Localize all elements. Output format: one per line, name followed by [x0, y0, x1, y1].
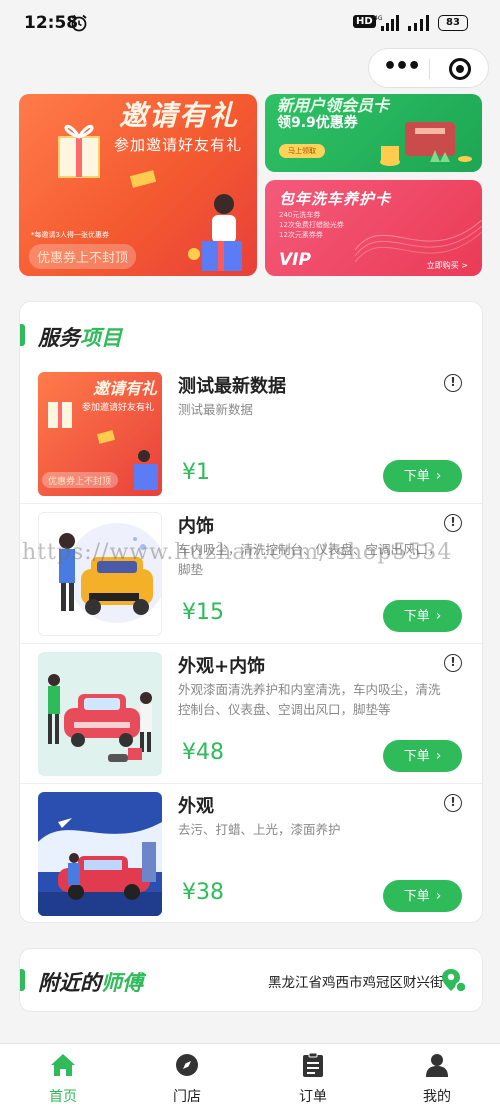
- status-bar: 12:58 HD 4G 83: [0, 0, 500, 46]
- section-accent-bar: [20, 324, 25, 346]
- service-item[interactable]: 外观 去污、打蜡、上光，漆面养护 ! ¥38 下单 ›: [20, 784, 484, 924]
- service-section-title: 服务项目: [38, 326, 122, 350]
- tab-store[interactable]: 门店: [142, 1052, 232, 1106]
- order-button[interactable]: 下单 ›: [383, 460, 462, 492]
- tab-label: 门店: [173, 1089, 201, 1105]
- annual-banner-lines: 240元洗车券 12次免费打蜡抛光券 12次元素券券: [279, 211, 344, 239]
- service-name: 外观: [178, 796, 214, 817]
- member-card-banner[interactable]: 新用户领会员卡 领9.9优惠券 马上领取: [265, 94, 482, 172]
- more-icon[interactable]: •••: [383, 56, 421, 78]
- nearby-address: 黑龙江省鸡西市鸡冠区财兴街: [268, 975, 444, 991]
- order-button[interactable]: 下单 ›: [383, 740, 462, 772]
- service-thumbnail: 邀请有礼 参加邀请好友有礼 优惠券上不封顶: [38, 372, 162, 496]
- compass-icon: [176, 1054, 198, 1076]
- service-description: 去污、打蜡、上光，漆面养护: [178, 822, 341, 837]
- chevron-right-icon: ›: [435, 888, 442, 904]
- miniprogram-capsule: •••: [368, 48, 489, 88]
- invite-banner-note: *每邀请3人得一张优惠券: [31, 231, 109, 239]
- section-accent-bar: [20, 969, 25, 991]
- member-banner-subtitle: 领9.9优惠券: [277, 115, 358, 131]
- service-thumbnail: [38, 512, 162, 636]
- service-card: 服务项目 邀请有礼 参加邀请好友有礼 优惠券上不封顶 测试最新数据 测试最新数据…: [19, 301, 484, 924]
- gift-icon: [58, 124, 100, 178]
- info-icon[interactable]: !: [444, 794, 462, 812]
- signal-icon: [408, 15, 429, 31]
- chevron-right-icon: ›: [435, 468, 442, 484]
- service-item[interactable]: 邀请有礼 参加邀请好友有礼 优惠券上不封顶 测试最新数据 测试最新数据 ! ¥1…: [20, 364, 484, 504]
- order-button[interactable]: 下单 ›: [383, 600, 462, 632]
- chevron-right-icon: ›: [435, 608, 442, 624]
- battery-indicator: 83: [438, 15, 468, 31]
- invite-banner-tag: 优惠券上不封顶: [29, 244, 137, 269]
- service-price: ¥38: [182, 880, 224, 905]
- svg-text:参加邀请好友有礼: 参加邀请好友有礼: [82, 401, 154, 413]
- service-description: 外观漆面清洗养护和内室清洗，车内吸尘，清洗控制台、仪表盘、空调出风口，脚垫等: [178, 682, 441, 717]
- tab-orders[interactable]: 订单: [268, 1052, 358, 1106]
- chevron-right-icon: ›: [435, 748, 442, 764]
- tab-bar: 首页 门店 订单 我的: [0, 1043, 500, 1111]
- nearby-section-title: 附近的师傅: [38, 971, 143, 995]
- order-button[interactable]: 下单 ›: [383, 880, 462, 912]
- info-icon[interactable]: !: [444, 514, 462, 532]
- invite-banner-subtitle: 参加邀请好友有礼: [114, 136, 243, 154]
- coupon-icon: [129, 170, 157, 188]
- service-thumbnail: [38, 652, 162, 776]
- svg-text:4G: 4G: [374, 15, 383, 22]
- service-name: 测试最新数据: [178, 376, 286, 397]
- person-gift-illustration: [188, 194, 242, 271]
- service-item[interactable]: 外观+内饰 外观漆面清洗养护和内室清洗，车内吸尘，清洗控制台、仪表盘、空调出风口…: [20, 644, 484, 784]
- tab-profile[interactable]: 我的: [392, 1052, 482, 1106]
- user-icon: [426, 1054, 448, 1077]
- service-name: 外观+内饰: [178, 656, 266, 677]
- nearby-card[interactable]: 附近的师傅 黑龙江省鸡西市鸡冠区财兴街: [19, 948, 483, 1012]
- annual-banner-vip: VIP: [279, 250, 311, 270]
- svg-text:优惠券上不封顶: 优惠券上不封顶: [48, 475, 111, 487]
- clipboard-icon: [303, 1052, 323, 1077]
- close-miniprogram-icon[interactable]: [449, 58, 471, 80]
- signal-icon: 4G: [374, 15, 399, 31]
- header: •••: [0, 46, 500, 94]
- tab-home[interactable]: 首页: [18, 1052, 108, 1106]
- svg-text:邀请有礼: 邀请有礼: [93, 379, 158, 398]
- member-banner-button[interactable]: 马上领取: [279, 144, 325, 158]
- capsule-divider: [429, 59, 430, 79]
- alarm-icon: [71, 14, 87, 32]
- service-item[interactable]: 内饰 车内吸尘，清洗控制台、仪表盘、空调出风口，脚垫 ! ¥15 下单 ›: [20, 504, 484, 644]
- wallet-icon: [380, 122, 472, 166]
- annual-card-banner[interactable]: 包年洗车养护卡 240元洗车券 12次免费打蜡抛光券 12次元素券券 VIP 立…: [265, 180, 482, 276]
- service-name: 内饰: [178, 516, 214, 537]
- invite-banner[interactable]: 邀请有礼 参加邀请好友有礼 *每邀请3人得一张优惠券 优惠券上不封顶: [19, 94, 257, 276]
- service-price: ¥1: [182, 460, 210, 485]
- tab-label: 订单: [299, 1089, 327, 1105]
- service-price: ¥48: [182, 740, 224, 765]
- tab-label: 首页: [49, 1089, 77, 1105]
- service-thumbnail: [38, 792, 162, 916]
- tab-label: 我的: [423, 1089, 451, 1105]
- info-icon[interactable]: !: [444, 374, 462, 392]
- invite-banner-title: 邀请有礼: [119, 99, 240, 132]
- home-icon: [51, 1054, 75, 1076]
- service-price: ¥15: [182, 600, 224, 625]
- info-icon[interactable]: !: [444, 654, 462, 672]
- wave-decoration: [355, 219, 482, 263]
- hd-badge: HD: [353, 15, 376, 28]
- location-pin-icon[interactable]: [441, 967, 467, 993]
- service-description: 测试最新数据: [178, 402, 254, 417]
- watermark: https://www.huzhan.com/ishop5534: [22, 540, 453, 565]
- annual-banner-buy-link[interactable]: 立即购买 >: [427, 260, 468, 271]
